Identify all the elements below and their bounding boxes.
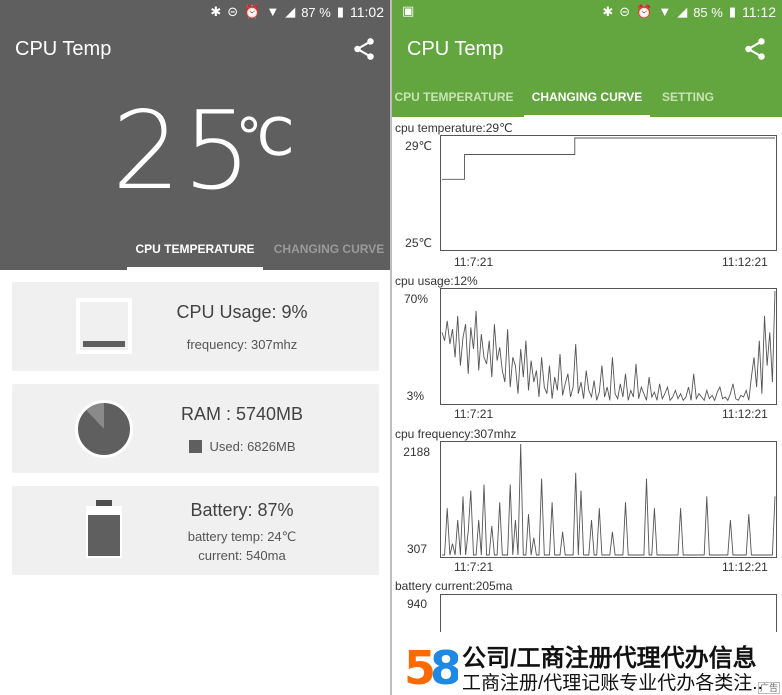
cpu-usage-line [441,290,776,402]
temperature-value: 25 [112,89,254,214]
signal-icon: ◢ [677,4,688,19]
battery-percent: 85 % [693,4,723,20]
signal-icon: ◢ [285,4,296,19]
x-end-label: 11:12:21 [722,407,768,421]
battery-temp: battery temp: 24℃ [187,529,297,544]
battery-title: Battery: 87% [190,500,294,520]
dnd-icon: ⊝ [227,4,239,19]
tab-label: CHANGING CURVE [531,90,643,104]
wifi-icon: ▼ [266,4,280,19]
cpu-usage-title: CPU Usage: 9% [176,302,308,322]
cpu-usage-chart: cpu usage:12% 70% 3% 11:7:21 11:12:21 [392,271,782,426]
tab-cpu-temperature[interactable]: CPU TEMPERATURE [392,76,516,118]
x-start-label: 11:7:21 [454,407,494,421]
brand-58-logo: 5 8 [404,641,458,690]
clock: 11:02 [350,4,384,20]
y-max-label: 29℃ [405,139,432,153]
ram-title: RAM : 5740MB [180,404,304,424]
chart-title: cpu usage:12% [395,274,478,288]
tab-changing-curve[interactable]: CHANGING CURVE [270,228,388,270]
cpu-usage-series-line [441,290,776,402]
cpu-frequency: frequency: 307mhz [186,337,298,352]
y-min-label: 25℃ [405,236,432,250]
ram-pie-icon [75,400,133,458]
app-title: CPU Temp [15,38,112,60]
cpu-frequency-series-line [442,443,776,556]
tab-label: CPU TEMPERATURE [135,242,255,256]
share-icon[interactable] [351,36,377,62]
status-bar: ✱ ⊝ ⏰ ▼ ◢ 87 % ▮ 11:02 [0,0,390,24]
x-start-label: 11:7:21 [454,560,494,574]
bluetooth-icon: ✱ [602,4,614,19]
y-min-label: 3% [406,389,424,403]
logo-digit-eight: 8 [430,641,458,690]
battery-current-chart: battery current:205ma 940 [392,577,782,654]
cpu-temperature-line [442,137,775,180]
battery-level-fill [88,514,120,556]
y-max-label: 70% [403,292,428,306]
app-title: CPU Temp [407,38,504,60]
cpu-usage-card[interactable]: CPU Usage: 9% frequency: 307mhz [12,282,379,371]
left-screen: ✱ ⊝ ⏰ ▼ ◢ 87 % ▮ 11:02 CPU Temp 25 ℃ CPU… [0,0,390,695]
chart-title: cpu frequency:307mhz [395,427,517,441]
cpu-usage-fill [83,341,125,347]
battery-icon: ▮ [336,4,344,19]
cpu-frequency-line [442,443,776,556]
app-header: ▣ ✱ ⊝ ⏰ ▼ ◢ 85 % ▮ 11:12 CPU Temp CPU TE… [392,0,782,118]
tab-label: CPU TEMPERATURE [394,90,514,104]
ad-label: 广告 [757,682,780,694]
x-start-label: 11:7:21 [454,255,494,269]
tab-indicator [127,267,263,270]
right-screen: ▣ ✱ ⊝ ⏰ ▼ ◢ 85 % ▮ 11:12 CPU Temp CPU TE… [392,0,782,695]
plot-area [440,288,777,405]
cpu-frequency-chart: cpu frequency:307mhz 2188 307 11:7:21 11… [392,424,782,579]
x-end-label: 11:12:21 [722,255,768,269]
dnd-icon: ⊝ [619,4,631,19]
bluetooth-icon: ✱ [210,4,222,19]
tab-setting[interactable]: SETTING [654,76,722,118]
plot-area [440,135,777,251]
clock: 11:12 [742,4,776,20]
alarm-icon: ⏰ [636,4,653,19]
x-end-label: 11:12:21 [722,560,768,574]
ad-description: 工商注册/代理记账专业代办各类注... [462,673,762,694]
battery-card[interactable]: Battery: 87% battery temp: 24℃ current: … [12,486,379,575]
tab-bar: CPU TEMPERATURE CHANGING CURVE [0,228,390,270]
battery-icon: ▮ [728,4,736,19]
y-min-label: 307 [406,542,427,556]
tab-bar: CPU TEMPERATURE CHANGING CURVE SETTING [392,76,782,118]
cpu-temperature-chart: cpu temperature:29℃ 29℃ 25℃ 11:7:21 11:1… [392,117,782,272]
y-max-label: 2188 [403,445,430,459]
temperature-unit: ℃ [236,108,295,168]
image-notification-icon: ▣ [402,3,415,18]
share-icon[interactable] [742,36,768,62]
cpu-temperature-series-line [442,137,775,180]
ram-legend-square [188,440,202,453]
ram-used-label: Used: 6826MB [209,439,296,454]
battery-level-icon [86,500,122,558]
alarm-icon: ⏰ [244,4,261,19]
cpu-usage-gauge-icon [76,298,132,354]
ram-used: Used: 6826MB [132,439,352,454]
y-max-label: 940 [406,597,427,611]
battery-body [86,506,122,558]
tab-label: CHANGING CURVE [273,242,385,256]
tab-label: SETTING [661,90,714,104]
plot-area [440,441,777,558]
ad-banner[interactable]: 5 8 公司/工商注册代理代办信息 工商注册/代理记账专业代办各类注... 广告 [392,632,782,695]
chart-title: battery current:205ma [395,579,513,593]
battery-current: current: 540ma [198,548,286,563]
chart-title: cpu temperature:29℃ [395,121,513,135]
battery-percent: 87 % [301,4,331,20]
tab-cpu-temperature[interactable]: CPU TEMPERATURE [127,228,263,270]
tab-changing-curve[interactable]: CHANGING CURVE [524,76,650,118]
temperature-header: ✱ ⊝ ⏰ ▼ ◢ 87 % ▮ 11:02 CPU Temp 25 ℃ CPU… [0,0,390,270]
ram-card[interactable]: RAM : 5740MB Used: 6826MB [12,384,379,473]
status-bar: ▣ ✱ ⊝ ⏰ ▼ ◢ 85 % ▮ 11:12 [392,0,782,24]
wifi-icon: ▼ [658,4,672,19]
